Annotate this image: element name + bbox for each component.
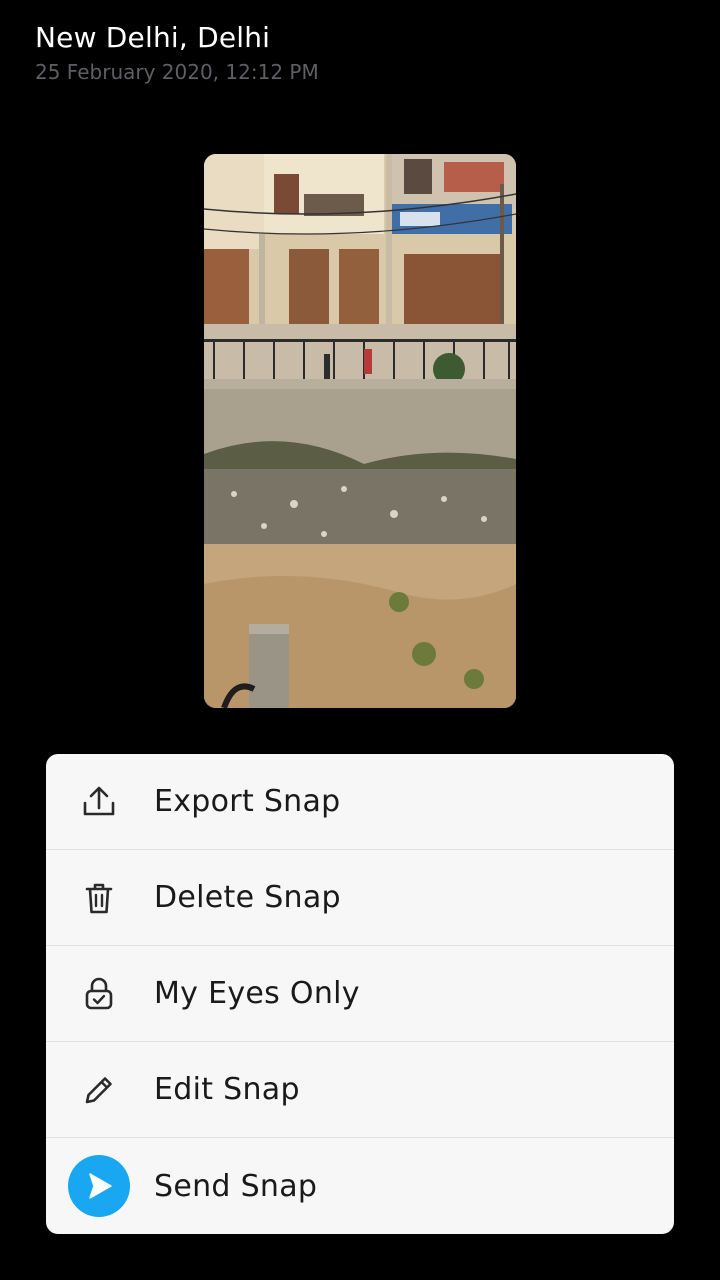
send-snap-button[interactable]: Send Snap [46,1138,674,1234]
pencil-icon [68,1059,130,1121]
send-icon-wrap [68,1155,130,1217]
delete-snap-label: Delete Snap [154,880,341,915]
export-snap-button[interactable]: Export Snap [46,754,674,850]
lock-icon [68,963,130,1025]
edit-snap-label: Edit Snap [154,1072,300,1107]
snap-action-sheet: Export Snap Delete Snap My Eyes Only Edi… [46,754,674,1234]
export-icon [68,771,130,833]
export-snap-label: Export Snap [154,784,341,819]
snap-timestamp: 25 February 2020, 12:12 PM [35,60,319,84]
memories-screen: New Delhi, Delhi 25 February 2020, 12:12… [0,0,720,1280]
edit-snap-button[interactable]: Edit Snap [46,1042,674,1138]
send-icon [68,1155,130,1217]
send-snap-label: Send Snap [154,1168,318,1204]
my-eyes-only-label: My Eyes Only [154,976,360,1011]
snap-header: New Delhi, Delhi 25 February 2020, 12:12… [35,20,319,85]
trash-icon [68,867,130,929]
delete-snap-button[interactable]: Delete Snap [46,850,674,946]
snap-photo [204,154,516,708]
snap-preview[interactable] [204,154,516,708]
my-eyes-only-button[interactable]: My Eyes Only [46,946,674,1042]
location-title: New Delhi, Delhi [35,21,271,54]
